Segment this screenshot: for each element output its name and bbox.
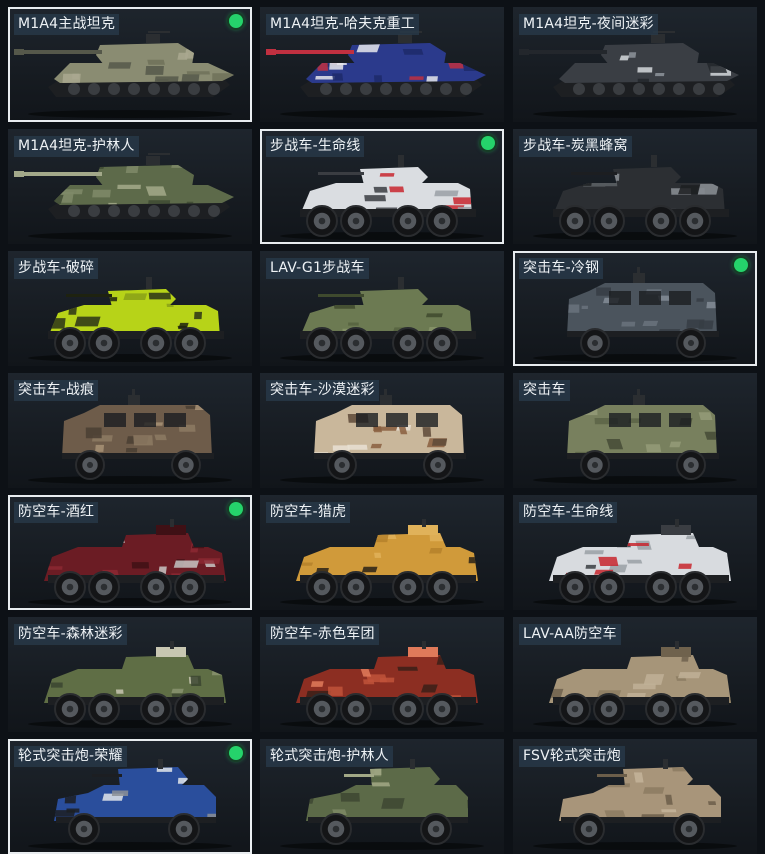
vehicle-skin-card[interactable]: 突击车-沙漠迷彩 [260, 373, 504, 488]
vehicle-skin-card[interactable]: 步战车-生命线 [260, 129, 504, 244]
vehicle-skin-name: LAV-G1步战车 [266, 258, 369, 279]
vehicle-skin-name: 突击车 [519, 380, 570, 401]
vehicle-skin-card[interactable]: LAV-G1步战车 [260, 251, 504, 366]
vehicle-skin-name: 防空车-酒红 [14, 502, 99, 523]
vehicle-skin-card[interactable]: FSV轮式突击炮 [513, 739, 757, 854]
vehicle-skin-name: 突击车-冷钢 [519, 258, 604, 279]
vehicle-skin-card[interactable]: 轮式突击炮-荣耀 [8, 739, 252, 854]
vehicle-skin-name: 防空车-猎虎 [266, 502, 351, 523]
vehicle-skin-card[interactable]: M1A4坦克-夜间迷彩 [513, 7, 757, 122]
vehicle-skin-card[interactable]: 轮式突击炮-护林人 [260, 739, 504, 854]
vehicle-skin-name: 轮式突击炮-荣耀 [14, 746, 127, 767]
vehicle-skin-card[interactable]: 步战车-破碎 [8, 251, 252, 366]
equipped-indicator-icon [229, 502, 243, 516]
vehicle-skin-card[interactable]: 防空车-酒红 [8, 495, 252, 610]
vehicle-skin-card[interactable]: 防空车-猎虎 [260, 495, 504, 610]
vehicle-skin-card[interactable]: LAV-AA防空车 [513, 617, 757, 732]
vehicle-skin-card[interactable]: 突击车-冷钢 [513, 251, 757, 366]
vehicle-skin-name: 突击车-战痕 [14, 380, 99, 401]
vehicle-skin-card[interactable]: 突击车-战痕 [8, 373, 252, 488]
vehicle-skin-name: 突击车-沙漠迷彩 [266, 380, 379, 401]
vehicle-skin-name: 步战车-炭黑蜂窝 [519, 136, 632, 157]
vehicle-skin-card[interactable]: 步战车-炭黑蜂窝 [513, 129, 757, 244]
vehicle-skin-name: M1A4坦克-护林人 [14, 136, 139, 157]
vehicle-skin-card[interactable]: 突击车 [513, 373, 757, 488]
vehicle-skin-card[interactable]: 防空车-生命线 [513, 495, 757, 610]
vehicle-skin-name: M1A4主战坦克 [14, 14, 120, 35]
vehicle-skin-name: M1A4坦克-夜间迷彩 [519, 14, 658, 35]
vehicle-skin-card[interactable]: 防空车-森林迷彩 [8, 617, 252, 732]
equipped-indicator-icon [229, 746, 243, 760]
vehicle-skin-name: 防空车-森林迷彩 [14, 624, 127, 645]
vehicle-skin-card[interactable]: M1A4主战坦克 [8, 7, 252, 122]
vehicle-skin-card[interactable]: M1A4坦克-哈夫克重工 [260, 7, 504, 122]
vehicle-skin-name: 步战车-破碎 [14, 258, 99, 279]
vehicle-skin-name: M1A4坦克-哈夫克重工 [266, 14, 419, 35]
vehicle-skin-name: 轮式突击炮-护林人 [266, 746, 393, 767]
vehicle-skin-name: LAV-AA防空车 [519, 624, 621, 645]
vehicle-skin-grid: M1A4主战坦克 M1A4坦克-哈夫克重工 M1A4坦克-夜间迷彩 M1A4坦克-护林… [0, 0, 765, 854]
vehicle-skin-card[interactable]: 防空车-赤色军团 [260, 617, 504, 732]
vehicle-skin-card[interactable]: M1A4坦克-护林人 [8, 129, 252, 244]
vehicle-skin-name: 防空车-赤色军团 [266, 624, 379, 645]
vehicle-skin-name: 步战车-生命线 [266, 136, 365, 157]
vehicle-skin-name: 防空车-生命线 [519, 502, 618, 523]
equipped-indicator-icon [229, 14, 243, 28]
equipped-indicator-icon [734, 258, 748, 272]
equipped-indicator-icon [481, 136, 495, 150]
vehicle-skin-name: FSV轮式突击炮 [519, 746, 625, 767]
